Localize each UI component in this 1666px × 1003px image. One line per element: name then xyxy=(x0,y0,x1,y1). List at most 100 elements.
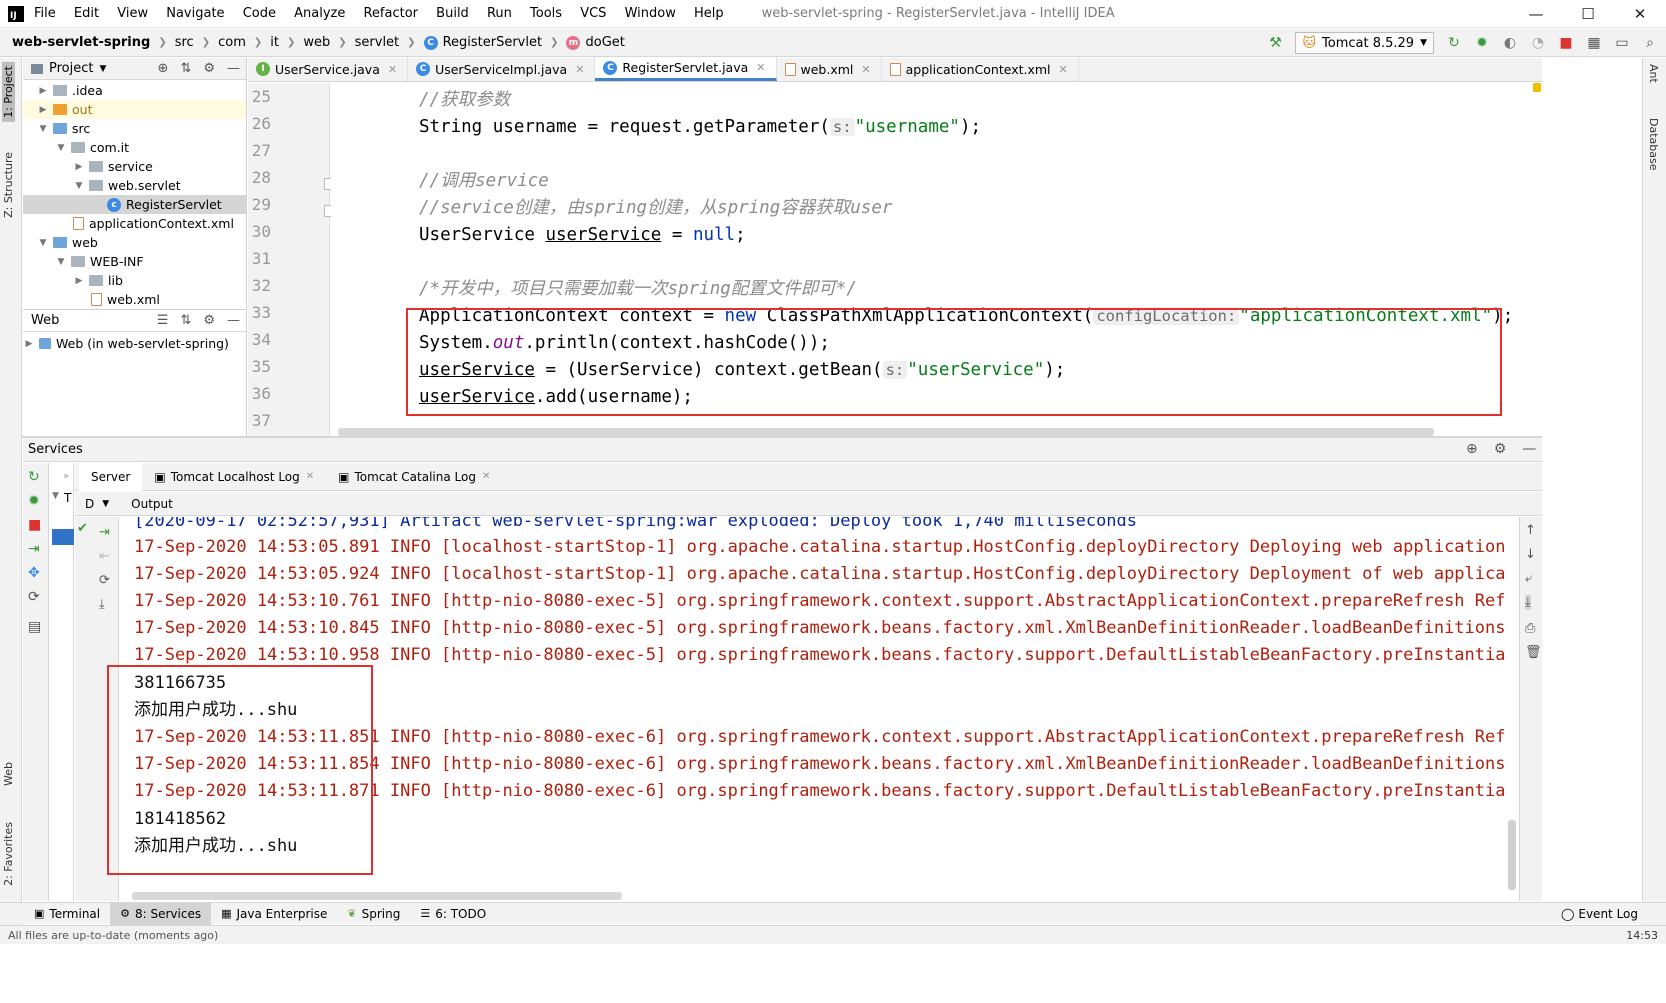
update-icon[interactable]: ⤓ xyxy=(99,597,105,612)
hide-icon[interactable]: — xyxy=(1522,441,1536,457)
selected-server-node[interactable] xyxy=(52,529,74,545)
tab-spring[interactable]: ❦ Spring xyxy=(337,903,410,925)
close-tab-icon[interactable]: ✕ xyxy=(756,61,765,74)
scroll-to-end-icon[interactable]: ⤓ xyxy=(1525,595,1531,610)
locate-icon[interactable]: ⊕ xyxy=(158,61,169,76)
deployment-label[interactable]: D xyxy=(85,497,94,511)
rerun-icon[interactable]: ↻ xyxy=(28,469,40,485)
tree-item-applicationcontext[interactable]: applicationContext.xml xyxy=(23,214,246,233)
chevron-down-icon[interactable]: ▼ xyxy=(102,499,109,509)
tree-item-com-it[interactable]: ▼ com.it xyxy=(23,138,246,157)
undeploy-icon[interactable]: ⇤ xyxy=(99,549,110,564)
tab-services[interactable]: ⚙ 8: Services xyxy=(110,902,212,925)
tree-item-web-xml[interactable]: web.xml xyxy=(23,290,246,309)
gear-icon[interactable]: ⚙ xyxy=(203,61,215,76)
tree-item-out[interactable]: ▶ out xyxy=(23,100,246,119)
console-vertical-scrollbar[interactable] xyxy=(1508,820,1516,890)
search-icon[interactable]: ⌕ xyxy=(1642,35,1658,51)
menu-run[interactable]: Run xyxy=(487,6,512,21)
tab-java-enterprise[interactable]: ▦ Java Enterprise xyxy=(211,903,337,925)
profile-icon[interactable]: ◔ xyxy=(1530,35,1546,51)
tab-registerservlet[interactable]: C RegisterServlet.java ✕ xyxy=(595,57,777,81)
tab-todo[interactable]: ☰ 6: TODO xyxy=(410,903,496,925)
close-tab-icon[interactable]: ✕ xyxy=(306,471,314,482)
arrow-up-icon[interactable]: ↑ xyxy=(1525,523,1536,538)
arrow-down-icon[interactable]: ↓ xyxy=(1525,547,1536,562)
globe-icon[interactable]: ⊕ xyxy=(1466,441,1478,457)
close-tab-icon[interactable]: ✕ xyxy=(482,471,490,482)
soft-wrap-icon[interactable]: ⤶ xyxy=(1525,571,1532,586)
tree-item-web-module[interactable]: ▶ Web (in web-servlet-spring) xyxy=(23,334,246,353)
tree-item-idea[interactable]: ▶ .idea xyxy=(23,81,246,100)
layout-icon[interactable]: ▭ xyxy=(1614,35,1630,51)
tree-item-lib[interactable]: ▶ lib xyxy=(23,271,246,290)
event-log-button[interactable]: ◯ Event Log xyxy=(1561,903,1638,925)
menu-window[interactable]: Window xyxy=(625,6,676,21)
breadcrumb-it[interactable]: it xyxy=(270,35,279,50)
tab-terminal[interactable]: ▣ Terminal xyxy=(24,903,110,925)
collapse-icon[interactable]: ▼ xyxy=(55,257,67,267)
gear-icon[interactable]: ⚙ xyxy=(1494,441,1507,457)
collapse-icon[interactable]: ▼ xyxy=(37,124,49,134)
run-config-select[interactable]: 🐱 Tomcat 8.5.29 ▼ xyxy=(1295,32,1434,54)
coverage-icon[interactable]: ◐ xyxy=(1502,35,1518,51)
chevron-down-icon[interactable]: ▼ xyxy=(99,64,106,74)
menu-edit[interactable]: Edit xyxy=(74,6,99,21)
tree-item-web-inf[interactable]: ▼ WEB-INF xyxy=(23,252,246,271)
deploy-icon[interactable]: ⇥ xyxy=(28,541,40,557)
expand-tree-icon[interactable]: ✥ xyxy=(28,565,40,581)
refresh-icon[interactable]: ⟳ xyxy=(99,573,110,588)
menu-code[interactable]: Code xyxy=(243,6,276,21)
close-tab-icon[interactable]: ✕ xyxy=(1059,63,1068,76)
favorites-tool-tab[interactable]: 2: Favorites xyxy=(2,818,15,890)
expand-icon[interactable]: » xyxy=(63,471,71,482)
print-icon[interactable]: ⎙ xyxy=(1525,621,1535,636)
tab-catalina-log[interactable]: ▣ Tomcat Catalina Log ✕ xyxy=(326,463,502,491)
tab-applicationcontext-xml[interactable]: applicationContext.xml ✕ xyxy=(882,57,1079,81)
menu-navigate[interactable]: Navigate xyxy=(166,6,224,21)
editor-horizontal-scrollbar[interactable] xyxy=(338,428,1434,436)
ant-tool-tab[interactable]: Ant xyxy=(1647,64,1660,83)
tab-localhost-log[interactable]: ▣ Tomcat Localhost Log ✕ xyxy=(142,463,326,491)
menu-build[interactable]: Build xyxy=(436,6,469,21)
database-tool-tab[interactable]: Database xyxy=(1647,118,1660,171)
tab-server[interactable]: Server xyxy=(79,462,143,491)
expand-icon[interactable]: ▶ xyxy=(37,105,49,115)
close-tab-icon[interactable]: ✕ xyxy=(575,63,584,76)
project-structure-icon[interactable]: ▦ xyxy=(1586,35,1602,51)
stop-icon[interactable]: ■ xyxy=(1558,35,1574,51)
hammer-icon[interactable]: ⚒ xyxy=(1267,35,1283,51)
debug-icon[interactable]: ✹ xyxy=(1474,35,1490,51)
breadcrumb-servlet[interactable]: servlet xyxy=(355,35,400,50)
stop-icon[interactable]: ■ xyxy=(28,517,41,533)
expand-icon[interactable]: ▶ xyxy=(37,86,49,96)
tab-userservice[interactable]: I UserService.java ✕ xyxy=(248,57,409,81)
breadcrumb-project[interactable]: web-servlet-spring xyxy=(12,35,150,50)
expand-all-icon[interactable]: ☰ xyxy=(157,313,169,328)
warning-marker-icon[interactable] xyxy=(1533,83,1541,92)
expand-icon[interactable]: ▶ xyxy=(73,276,85,286)
menu-tools[interactable]: Tools xyxy=(530,6,562,21)
services-tree-label[interactable]: T xyxy=(64,491,71,505)
collapse-icon[interactable]: ▼ xyxy=(73,181,85,191)
collapse-icon[interactable]: ▼ xyxy=(52,491,59,501)
breadcrumb-src[interactable]: src xyxy=(175,35,194,50)
tree-item-registerservlet[interactable]: c RegisterServlet xyxy=(23,195,246,214)
hide-icon[interactable]: — xyxy=(227,61,240,76)
expand-icon[interactable]: ▶ xyxy=(23,339,35,349)
refresh-icon[interactable]: ⟳ xyxy=(28,589,40,605)
tab-userserviceimpl[interactable]: C UserServiceImpl.java ✕ xyxy=(408,57,596,81)
close-tab-icon[interactable]: ✕ xyxy=(861,63,870,76)
console-horizontal-scrollbar[interactable] xyxy=(132,892,622,900)
close-button[interactable]: ✕ xyxy=(1614,0,1666,28)
breadcrumb-web[interactable]: web xyxy=(303,35,330,50)
minimize-button[interactable]: — xyxy=(1510,0,1562,28)
collapse-all-icon[interactable]: ⇅ xyxy=(180,313,191,328)
rerun-icon[interactable]: ↻ xyxy=(1446,35,1462,51)
menu-analyze[interactable]: Analyze xyxy=(294,6,345,21)
tab-web-xml[interactable]: web.xml ✕ xyxy=(777,57,882,81)
gear-icon[interactable]: ⚙ xyxy=(203,313,215,328)
menu-view[interactable]: View xyxy=(117,6,148,21)
menu-vcs[interactable]: VCS xyxy=(580,6,606,21)
debug-icon[interactable]: ✹ xyxy=(28,493,40,509)
